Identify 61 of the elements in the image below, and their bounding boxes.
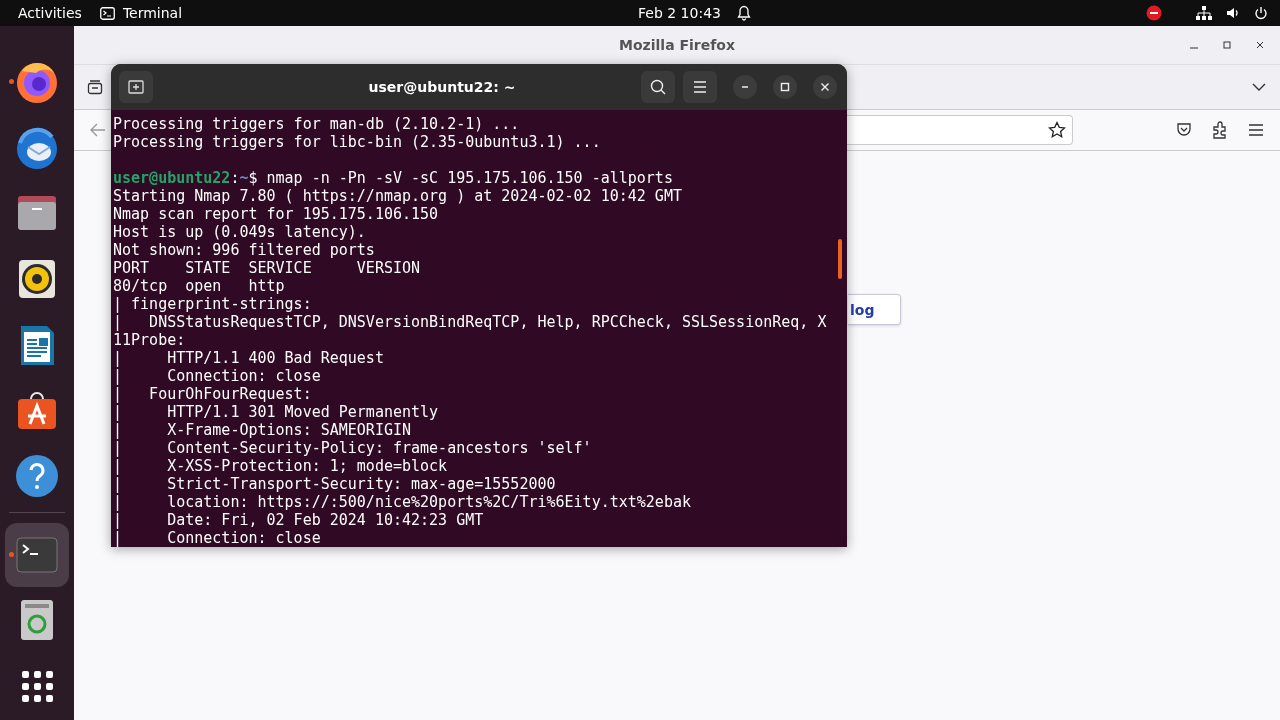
output-line: | location: https://:500/nice%20ports%2C/Tri%6Eity.txt%2ebak xyxy=(113,493,691,511)
search-button[interactable] xyxy=(641,71,675,103)
scrollbar-thumb[interactable] xyxy=(838,239,842,279)
output-line: | Strict-Transport-Security: max-age=15552000 xyxy=(113,475,556,493)
output-line: | X-XSS-Protection: 1; mode=block xyxy=(113,457,448,475)
clock[interactable]: Feb 2 10:43 xyxy=(638,5,721,21)
output-line: | Date: Fri, 02 Feb 2024 10:42:23 GMT xyxy=(113,511,484,529)
output-line: Processing triggers for man-db (2.10.2-1) ... xyxy=(113,115,520,133)
output-line: | FourOhFourRequest: xyxy=(113,385,312,403)
output-line: | Content-Security-Policy: frame-ancestors 'self' xyxy=(113,439,592,457)
minimize-icon xyxy=(741,86,749,88)
output-line: 80/tcp open http xyxy=(113,277,285,295)
menu-icon[interactable] xyxy=(1248,123,1264,137)
tab-list-icon[interactable] xyxy=(87,79,103,95)
menu-icon xyxy=(693,81,707,93)
output-line: | DNSStatusRequestTCP, DNSVersionBindReqTCP, Help, RPCCheck, SSLSessionReq, X xyxy=(113,313,827,331)
bell-icon[interactable] xyxy=(736,5,751,21)
maximize-icon[interactable] xyxy=(1222,40,1232,50)
help-icon xyxy=(14,453,60,500)
output-line: PORT STATE SERVICE VERSION xyxy=(113,259,421,277)
output-line: Host is up (0.049s latency). xyxy=(113,223,366,241)
star-icon[interactable] xyxy=(1048,121,1066,139)
do-not-disturb-icon[interactable] xyxy=(1146,5,1162,21)
new-tab-icon xyxy=(128,80,144,94)
output-line: | Connection: close xyxy=(113,529,321,547)
close-icon xyxy=(820,82,830,92)
page-button[interactable]: log xyxy=(848,294,901,325)
activities-button[interactable]: Activities xyxy=(18,5,82,21)
output-line: | HTTP/1.1 400 Bad Request xyxy=(113,349,384,367)
puzzle-icon[interactable] xyxy=(1212,121,1228,139)
output-line: | Connection: close xyxy=(113,367,321,385)
maximize-button[interactable] xyxy=(773,75,797,99)
output-line: Processing triggers for libc-bin (2.35-0ubuntu3.1) ... xyxy=(113,133,601,151)
search-icon xyxy=(650,79,666,95)
output-line: | HTTP/1.1 301 Moved Permanently xyxy=(113,403,439,421)
output-line: Starting Nmap 7.80 ( https://nmap.org ) at 2024-02-02 10:42 GMT xyxy=(113,187,682,205)
maximize-icon xyxy=(780,82,790,92)
close-button[interactable] xyxy=(813,75,837,99)
chevron-down-icon[interactable] xyxy=(1252,82,1266,92)
prompt-separator: : xyxy=(230,169,240,187)
volume-icon[interactable] xyxy=(1226,6,1240,20)
output-line: | X-Frame-Options: SAMEORIGIN xyxy=(113,421,411,439)
prompt-user: user@ubuntu22 xyxy=(113,169,231,187)
terminal-title: user@ubuntu22: ~ xyxy=(367,79,517,95)
pocket-icon[interactable] xyxy=(1176,122,1192,138)
output-line: 11Probe: xyxy=(113,331,186,349)
terminal-icon xyxy=(99,6,115,20)
power-icon[interactable] xyxy=(1254,6,1268,20)
menu-button[interactable] xyxy=(683,71,717,103)
minimize-button[interactable] xyxy=(733,75,757,99)
back-icon[interactable] xyxy=(90,123,106,137)
close-icon[interactable] xyxy=(1255,40,1265,50)
new-tab-button[interactable] xyxy=(119,71,153,103)
output-line: Nmap scan report for 195.175.106.150 xyxy=(113,205,439,223)
prompt-path: ~ xyxy=(239,169,249,187)
app-menu[interactable]: Terminal xyxy=(122,5,183,21)
command-text: $ nmap -n -Pn -sV -sC 195.175.106.150 -allports xyxy=(248,169,673,187)
output-line: | fingerprint-strings: xyxy=(113,295,312,313)
network-icon[interactable] xyxy=(1196,6,1212,20)
window-title: Mozilla Firefox xyxy=(619,37,735,53)
output-line: Not shown: 996 filtered ports xyxy=(113,241,375,259)
